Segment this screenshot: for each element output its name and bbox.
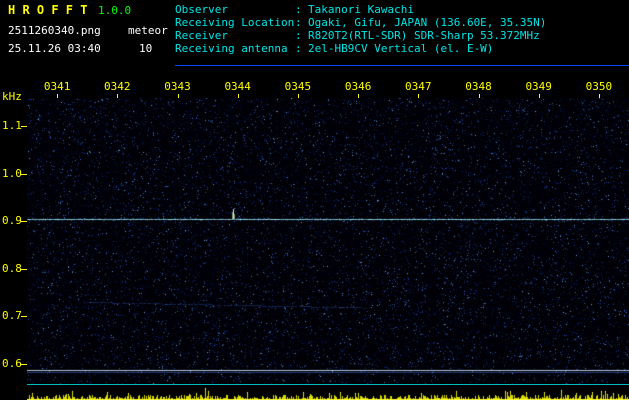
x-axis-tick: [599, 94, 600, 98]
station-info-row: Observer: Takanori Kawachi: [175, 3, 546, 16]
station-info-row: Receiver: R820T2(RTL-SDR) SDR-Sharp 53.37…: [175, 29, 546, 42]
x-axis-label: 0348: [465, 80, 492, 93]
info-colon: :: [295, 42, 302, 55]
info-value: 2el-HB9CV Vertical (el. E-W): [308, 42, 494, 55]
info-value: Takanori Kawachi: [308, 3, 414, 16]
y-axis-label: 0.9: [2, 214, 22, 227]
y-axis-label: 0.7: [2, 309, 22, 322]
x-axis-label: 0344: [224, 80, 251, 93]
x-axis-label: 0346: [344, 80, 372, 93]
station-info-row: Receiving antenna:2el-HB9CV Vertical (el…: [175, 42, 546, 55]
header-separator-line: [175, 65, 629, 66]
x-axis-label: 0349: [525, 80, 552, 93]
y-axis-unit: kHz: [2, 90, 22, 103]
y-axis-tick: [21, 269, 27, 270]
info-value: R820T2(RTL-SDR) SDR-Sharp 53.372MHz: [308, 29, 540, 42]
x-axis-label: 0342: [104, 80, 131, 93]
x-axis-label: 0345: [284, 80, 312, 93]
info-label: Receiving Location: [175, 16, 295, 29]
x-axis-tick: [178, 94, 179, 98]
y-axis-tick: [21, 316, 27, 317]
x-axis-tick: [418, 94, 419, 98]
x-axis-tick: [238, 94, 239, 98]
app-version: 1.0.0: [98, 4, 132, 17]
y-axis-tick: [21, 364, 27, 365]
x-axis-tick: [539, 94, 540, 98]
info-label: Observer: [175, 3, 228, 16]
timestamp: 25.11.26 03:40: [8, 42, 101, 55]
x-axis-tick: [117, 94, 118, 98]
signal-level-strip: [27, 385, 629, 400]
station-info: Observer: Takanori Kawachi Receiving Locat…: [175, 3, 546, 55]
info-label: Receiver: [175, 29, 228, 42]
info-colon: :: [295, 29, 302, 42]
y-axis-tick: [21, 126, 27, 127]
info-value: Ogaki, Gifu, JAPAN (136.60E, 35.35N): [308, 16, 547, 29]
y-axis-label: 0.8: [2, 262, 22, 275]
interval-value: 10: [139, 42, 153, 55]
y-axis-label: 1.0: [2, 167, 22, 180]
hrofft-window: H R O F F T 1.0.0 2511260340.png meteor …: [0, 0, 629, 400]
info-colon: :: [295, 3, 302, 16]
x-axis-tick: [479, 94, 480, 98]
output-filename: 2511260340.png: [8, 24, 101, 37]
spectrogram-canvas: [27, 98, 629, 384]
info-colon: :: [295, 16, 302, 29]
x-axis-tick: [358, 94, 359, 98]
info-label: Receiving antenna: [175, 42, 288, 55]
x-axis-label: 0343: [164, 80, 191, 93]
x-axis-label: 0347: [405, 80, 432, 93]
x-axis-label: 0341: [43, 80, 71, 93]
x-axis-label: 0350: [585, 80, 613, 93]
x-axis-tick: [298, 94, 299, 98]
y-axis-tick: [21, 174, 27, 175]
y-axis-label: 1.1: [2, 119, 22, 132]
y-axis-label: 0.6: [2, 357, 22, 370]
app-title: H R O F F T: [8, 3, 88, 17]
mode-label: meteor: [128, 24, 168, 37]
x-axis-tick: [57, 94, 58, 98]
y-axis-tick: [21, 221, 27, 222]
station-info-row: Receiving Location: Ogaki, Gifu, JAPAN (1…: [175, 16, 546, 29]
